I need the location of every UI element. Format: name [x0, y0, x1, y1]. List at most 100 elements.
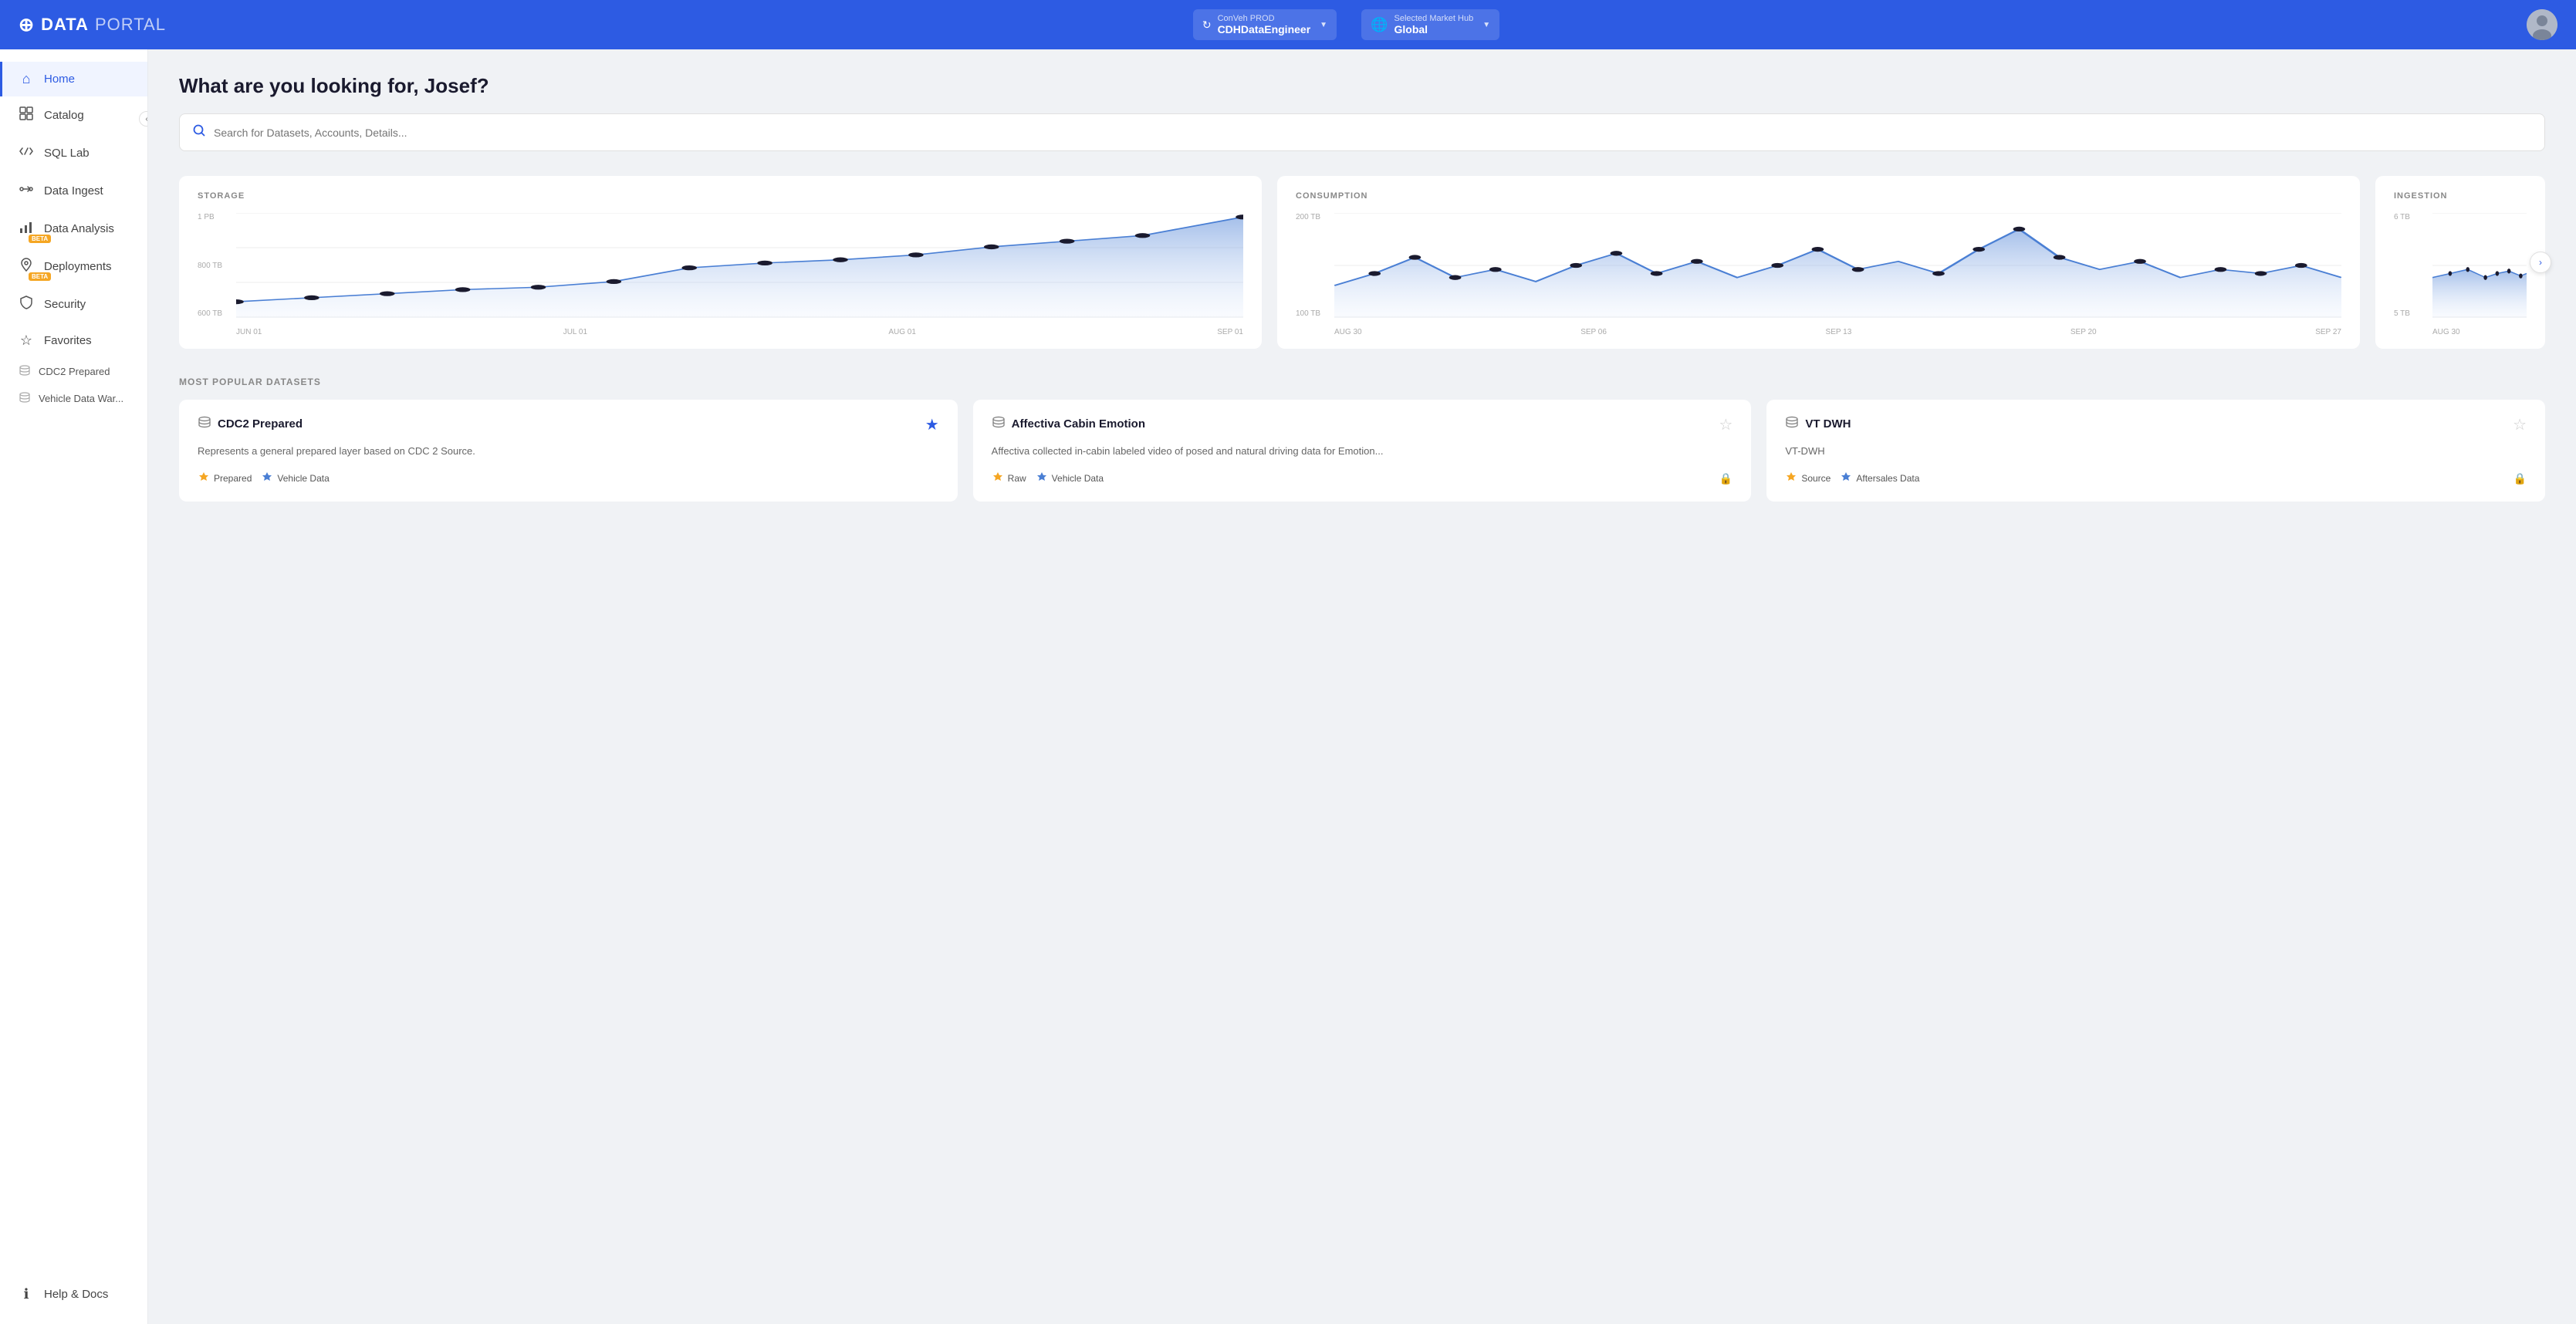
sidebar-sub-item-cdc2[interactable]: CDC2 Prepared [0, 358, 147, 385]
security-icon [18, 295, 35, 314]
raw-icon [992, 471, 1004, 486]
storage-x2: JUL 01 [563, 328, 587, 336]
sidebar-data-ingest-label: Data Ingest [44, 184, 103, 198]
env-selector[interactable]: ↻ ConVeh PROD CDHDataEngineer ▼ [1193, 9, 1337, 40]
consumption-y-labels: 200 TB 100 TB [1296, 213, 1320, 318]
consumption-x3: SEP 13 [1826, 328, 1852, 336]
sidebar-item-catalog[interactable]: Catalog [0, 96, 147, 134]
storage-svg [236, 213, 1243, 318]
dataset-cdc2-label: CDC2 Prepared [218, 417, 303, 431]
consumption-x4: SEP 20 [2071, 328, 2097, 336]
ingestion-chart-svg-wrap [2432, 213, 2527, 318]
sidebar-cdc2-label: CDC2 Prepared [39, 366, 110, 377]
sidebar-sub-item-vehicle[interactable]: Vehicle Data War... [0, 385, 147, 412]
storage-chart-area: 1 PB 800 TB 600 TB [198, 213, 1243, 336]
dataset-card-affectiva[interactable]: Affectiva Cabin Emotion ☆ Affectiva coll… [973, 400, 1752, 502]
storage-x1: JUN 01 [236, 328, 262, 336]
dataset-affectiva-tags: Raw Vehicle Data 🔒 [992, 471, 1733, 486]
sidebar-security-label: Security [44, 298, 86, 311]
consumption-x1: AUG 30 [1334, 328, 1362, 336]
consumption-svg [1334, 213, 2341, 318]
sidebar-home-label: Home [44, 73, 75, 86]
market-selector[interactable]: 🌐 Selected Market Hub Global ▼ [1361, 9, 1499, 40]
dataset-vtdwh-icon [1785, 415, 1799, 433]
dataset-affectiva-label: Affectiva Cabin Emotion [1012, 417, 1145, 431]
sidebar-item-data-ingest[interactable]: Data Ingest [0, 172, 147, 210]
env-value: CDHDataEngineer [1218, 23, 1311, 35]
storage-chart-title: STORAGE [198, 191, 1243, 201]
user-avatar[interactable] [2527, 9, 2557, 40]
logo-portal: PORTAL [95, 15, 166, 35]
dataset-card-cdc2[interactable]: CDC2 Prepared ★ Represents a general pre… [179, 400, 958, 502]
sidebar-item-deployments[interactable]: Deployments BETA [0, 248, 147, 285]
dataset-cdc2-name: CDC2 Prepared [198, 415, 303, 433]
ingestion-next-button[interactable]: › [2530, 252, 2551, 273]
search-bar [179, 113, 2545, 151]
dataset-affectiva-name: Affectiva Cabin Emotion [992, 415, 1145, 433]
app-layout: ‹ ⌂ Home Catalog SQL Lab Data Ingest [0, 49, 2576, 1324]
tag-source-label: Source [1801, 473, 1831, 484]
sidebar-catalog-label: Catalog [44, 109, 84, 122]
main-content: What are you looking for, Josef? STORAGE… [148, 49, 2576, 1324]
ingestion-y1: 6 TB [2394, 213, 2410, 221]
env-refresh-icon: ↻ [1202, 19, 1212, 32]
datasets-section-title: MOST POPULAR DATASETS [179, 377, 2545, 387]
logo-icon: ⊕ [19, 14, 35, 36]
deployments-beta-badge: BETA [29, 272, 51, 281]
dataset-vtdwh-star[interactable]: ☆ [2513, 415, 2527, 434]
consumption-y1: 200 TB [1296, 213, 1320, 221]
ingestion-chart-card: INGESTION 6 TB 5 TB [2375, 176, 2545, 349]
ingestion-y-labels: 6 TB 5 TB [2394, 213, 2410, 318]
storage-y1: 1 PB [198, 213, 222, 221]
sidebar-item-data-analysis[interactable]: Data Analysis BETA [0, 210, 147, 248]
ingestion-chart-area: 6 TB 5 TB [2394, 213, 2527, 336]
charts-row: STORAGE 1 PB 800 TB 600 TB [179, 176, 2545, 349]
dataset-vtdwh-desc: VT-DWH [1785, 444, 2527, 459]
storage-chart-card: STORAGE 1 PB 800 TB 600 TB [179, 176, 1262, 349]
sidebar-item-favorites[interactable]: ☆ Favorites [0, 323, 147, 358]
storage-y2: 800 TB [198, 262, 222, 270]
dataset-affectiva-desc: Affectiva collected in-cabin labeled vid… [992, 444, 1733, 459]
sidebar-item-security[interactable]: Security [0, 285, 147, 323]
dataset-cdc2-icon [198, 415, 211, 433]
sidebar: ‹ ⌂ Home Catalog SQL Lab Data Ingest [0, 49, 148, 1324]
dataset-affectiva-tag-vehicle: Vehicle Data [1036, 471, 1104, 486]
consumption-y2: 100 TB [1296, 309, 1320, 318]
sql-lab-icon [18, 144, 35, 163]
ingestion-svg [2432, 213, 2527, 318]
consumption-chart-card: CONSUMPTION 200 TB 100 TB [1277, 176, 2360, 349]
sidebar-item-help[interactable]: ℹ Help & Docs [0, 1277, 147, 1312]
sidebar-deployments-label: Deployments [44, 260, 112, 273]
consumption-x-labels: AUG 30 SEP 06 SEP 13 SEP 20 SEP 27 [1334, 328, 2341, 336]
affectiva-lock-icon: 🔒 [1719, 472, 1733, 485]
data-analysis-beta-badge: BETA [29, 235, 51, 243]
storage-y-labels: 1 PB 800 TB 600 TB [198, 213, 222, 318]
sidebar-help-label: Help & Docs [44, 1288, 108, 1301]
logo-data: DATA [41, 15, 89, 35]
market-info: Selected Market Hub Global [1394, 14, 1473, 35]
storage-y3: 600 TB [198, 309, 222, 318]
dataset-affectiva-star[interactable]: ☆ [1719, 415, 1733, 434]
dataset-vtdwh-label: VT DWH [1805, 417, 1851, 431]
dataset-affectiva-tag-raw: Raw [992, 471, 1026, 486]
search-input[interactable] [214, 127, 2532, 139]
dataset-cdc2-star[interactable]: ★ [925, 415, 939, 434]
market-chevron-icon: ▼ [1482, 21, 1490, 29]
sidebar-item-sql-lab[interactable]: SQL Lab [0, 134, 147, 172]
sidebar-vehicle-label: Vehicle Data War... [39, 393, 123, 404]
vehicle-data-icon [261, 471, 273, 486]
tag-vehicle-label2: Vehicle Data [1052, 473, 1104, 484]
storage-x4: SEP 01 [1217, 328, 1243, 336]
dataset-cdc2-tags: Prepared Vehicle Data [198, 471, 939, 486]
dataset-cdc2-tag-vehicle: Vehicle Data [261, 471, 329, 486]
ingestion-x1: AUG 30 [2432, 328, 2460, 336]
dataset-card-vtdwh[interactable]: VT DWH ☆ VT-DWH Source [1766, 400, 2545, 502]
vehicle-icon [19, 391, 31, 406]
dataset-cdc2-desc: Represents a general prepared layer base… [198, 444, 939, 459]
env-info: ConVeh PROD CDHDataEngineer [1218, 14, 1311, 35]
storage-x3: AUG 01 [888, 328, 916, 336]
prepared-icon [198, 471, 210, 486]
sidebar-item-home[interactable]: ⌂ Home [0, 62, 147, 96]
dataset-vtdwh-name: VT DWH [1785, 415, 1851, 433]
catalog-icon [18, 106, 35, 125]
